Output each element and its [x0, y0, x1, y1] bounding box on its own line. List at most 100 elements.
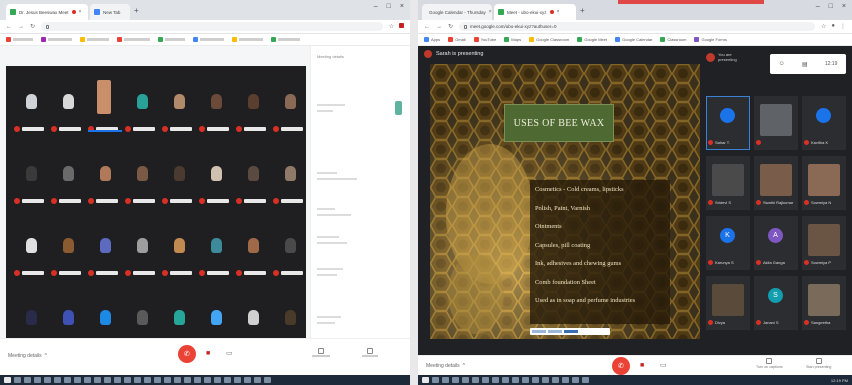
slide-toolbar-segment[interactable] — [564, 330, 578, 333]
bookmark-item[interactable]: Gmail — [448, 37, 466, 42]
bookmark-item[interactable]: Google Calendar — [615, 37, 652, 42]
participant-tile[interactable] — [162, 224, 197, 284]
taskbar-app-icon[interactable] — [124, 377, 131, 383]
participant-tile[interactable]: Sowmiya N — [802, 156, 846, 210]
taskbar-app-icon[interactable] — [502, 377, 509, 383]
bookmark-item[interactable]: Classroom — [660, 37, 686, 42]
participant-tile[interactable] — [199, 80, 234, 140]
present-icon[interactable]: ▭ — [226, 349, 233, 357]
participant-tile[interactable] — [273, 80, 308, 140]
tab-calendar[interactable]: Google Calendar - Thursday × — [422, 4, 492, 20]
taskbar-app-icon[interactable] — [572, 377, 579, 383]
url-box[interactable] — [459, 22, 815, 31]
leave-call-button[interactable]: ✆ — [178, 345, 196, 363]
participant-tile[interactable] — [754, 96, 798, 150]
url-box[interactable] — [41, 22, 383, 31]
maximize-icon[interactable]: □ — [829, 3, 833, 10]
participant-tile[interactable]: Sangeetha — [802, 276, 846, 330]
bookmark-item[interactable]: Google Meet — [577, 37, 607, 42]
minimize-icon[interactable]: – — [816, 3, 820, 10]
taskbar-app-icon[interactable] — [214, 377, 221, 383]
people-icon[interactable]: ☺ — [779, 61, 785, 67]
bookmark-item[interactable] — [80, 37, 109, 42]
back-icon[interactable]: ← — [6, 24, 12, 30]
slide-toolbar-segment[interactable] — [532, 330, 546, 333]
new-tab-icon[interactable]: + — [134, 6, 139, 15]
maximize-icon[interactable]: □ — [387, 3, 391, 10]
meeting-details-button[interactable]: Meeting details ^ — [8, 353, 47, 359]
participant-tile[interactable] — [88, 224, 123, 284]
taskbar-app-icon[interactable] — [254, 377, 261, 383]
taskbar-app-icon[interactable] — [104, 377, 111, 383]
taskbar-app-icon[interactable] — [44, 377, 51, 383]
taskbar-app-icon[interactable] — [482, 377, 489, 383]
reload-icon[interactable]: ↻ — [30, 23, 35, 30]
taskbar-app-icon[interactable] — [462, 377, 469, 383]
participant-tile[interactable]: Kavitha K — [802, 96, 846, 150]
taskbar-app-icon[interactable] — [94, 377, 101, 383]
participant-tile[interactable] — [199, 224, 234, 284]
taskbar-app-icon[interactable] — [562, 377, 569, 383]
participant-tile[interactable]: Divya — [706, 276, 750, 330]
back-icon[interactable]: ← — [424, 24, 430, 30]
meeting-details-button[interactable]: Meeting details ^ — [426, 363, 465, 369]
taskbar-app-icon[interactable] — [224, 377, 231, 383]
taskbar-app-icon[interactable] — [204, 377, 211, 383]
participant-tile[interactable]: Sahar T. — [706, 96, 750, 150]
minimize-icon[interactable]: – — [374, 3, 378, 10]
chat-icon[interactable]: ▤ — [802, 61, 808, 68]
participant-tile[interactable] — [162, 152, 197, 212]
close-window-icon[interactable]: × — [842, 3, 846, 10]
taskbar-app-icon[interactable] — [452, 377, 459, 383]
participant-tile[interactable] — [88, 80, 123, 140]
taskbar-app-icon[interactable] — [472, 377, 479, 383]
taskbar-app-icon[interactable] — [174, 377, 181, 383]
participant-tile[interactable]: Swathi Rajkumar — [754, 156, 798, 210]
participant-tile[interactable] — [125, 224, 160, 284]
taskbar-app-icon[interactable] — [244, 377, 251, 383]
bookmark-item[interactable] — [158, 37, 185, 42]
participant-tile[interactable] — [199, 152, 234, 212]
tab-new[interactable]: New Tab — [90, 4, 130, 20]
tab-meet[interactable]: Meet - ubo-ekui-xyz × — [494, 4, 576, 20]
forward-icon[interactable]: → — [436, 24, 442, 30]
participant-tile[interactable] — [236, 224, 271, 284]
taskbar-app-icon[interactable] — [74, 377, 81, 383]
camera-off-icon[interactable]: ■ — [206, 350, 210, 357]
taskbar-app-icon[interactable] — [154, 377, 161, 383]
taskbar-app-icon[interactable] — [24, 377, 31, 383]
participant-tile[interactable] — [236, 152, 271, 212]
bookmark-item[interactable]: Apps — [424, 37, 440, 42]
profile-icon[interactable]: ● — [831, 23, 835, 30]
taskbar-app-icon[interactable] — [34, 377, 41, 383]
taskbar-app-icon[interactable] — [14, 377, 21, 383]
present-now-button[interactable] — [362, 348, 378, 357]
participant-tile[interactable] — [51, 80, 86, 140]
taskbar-app-icon[interactable] — [432, 377, 439, 383]
participant-tile[interactable] — [14, 80, 49, 140]
slide-toolbar[interactable] — [530, 328, 610, 335]
participant-tile[interactable] — [14, 152, 49, 212]
participant-tile[interactable] — [88, 152, 123, 212]
taskbar-app-icon[interactable] — [264, 377, 271, 383]
taskbar-app-icon[interactable] — [144, 377, 151, 383]
taskbar-app-icon[interactable] — [442, 377, 449, 383]
windows-start-icon[interactable] — [422, 377, 429, 383]
taskbar-app-icon[interactable] — [512, 377, 519, 383]
bookmark-item[interactable] — [6, 37, 33, 42]
taskbar-app-icon[interactable] — [582, 377, 589, 383]
extension-icon[interactable] — [399, 23, 404, 28]
taskbar-app-icon[interactable] — [164, 377, 171, 383]
bookmark-item[interactable]: YouTube — [473, 37, 496, 42]
url-input[interactable] — [470, 24, 810, 29]
taskbar-app-icon[interactable] — [54, 377, 61, 383]
bookmark-item[interactable] — [117, 37, 150, 42]
leave-call-button[interactable]: ✆ — [612, 357, 630, 375]
close-tab-icon[interactable]: × — [489, 9, 492, 15]
bookmark-item[interactable] — [232, 37, 263, 42]
taskbar-app-icon[interactable] — [194, 377, 201, 383]
taskbar-app-icon[interactable] — [552, 377, 559, 383]
participant-tile[interactable] — [51, 152, 86, 212]
participant-tile[interactable]: K Karunya S — [706, 216, 750, 270]
participant-tile[interactable] — [236, 80, 271, 140]
